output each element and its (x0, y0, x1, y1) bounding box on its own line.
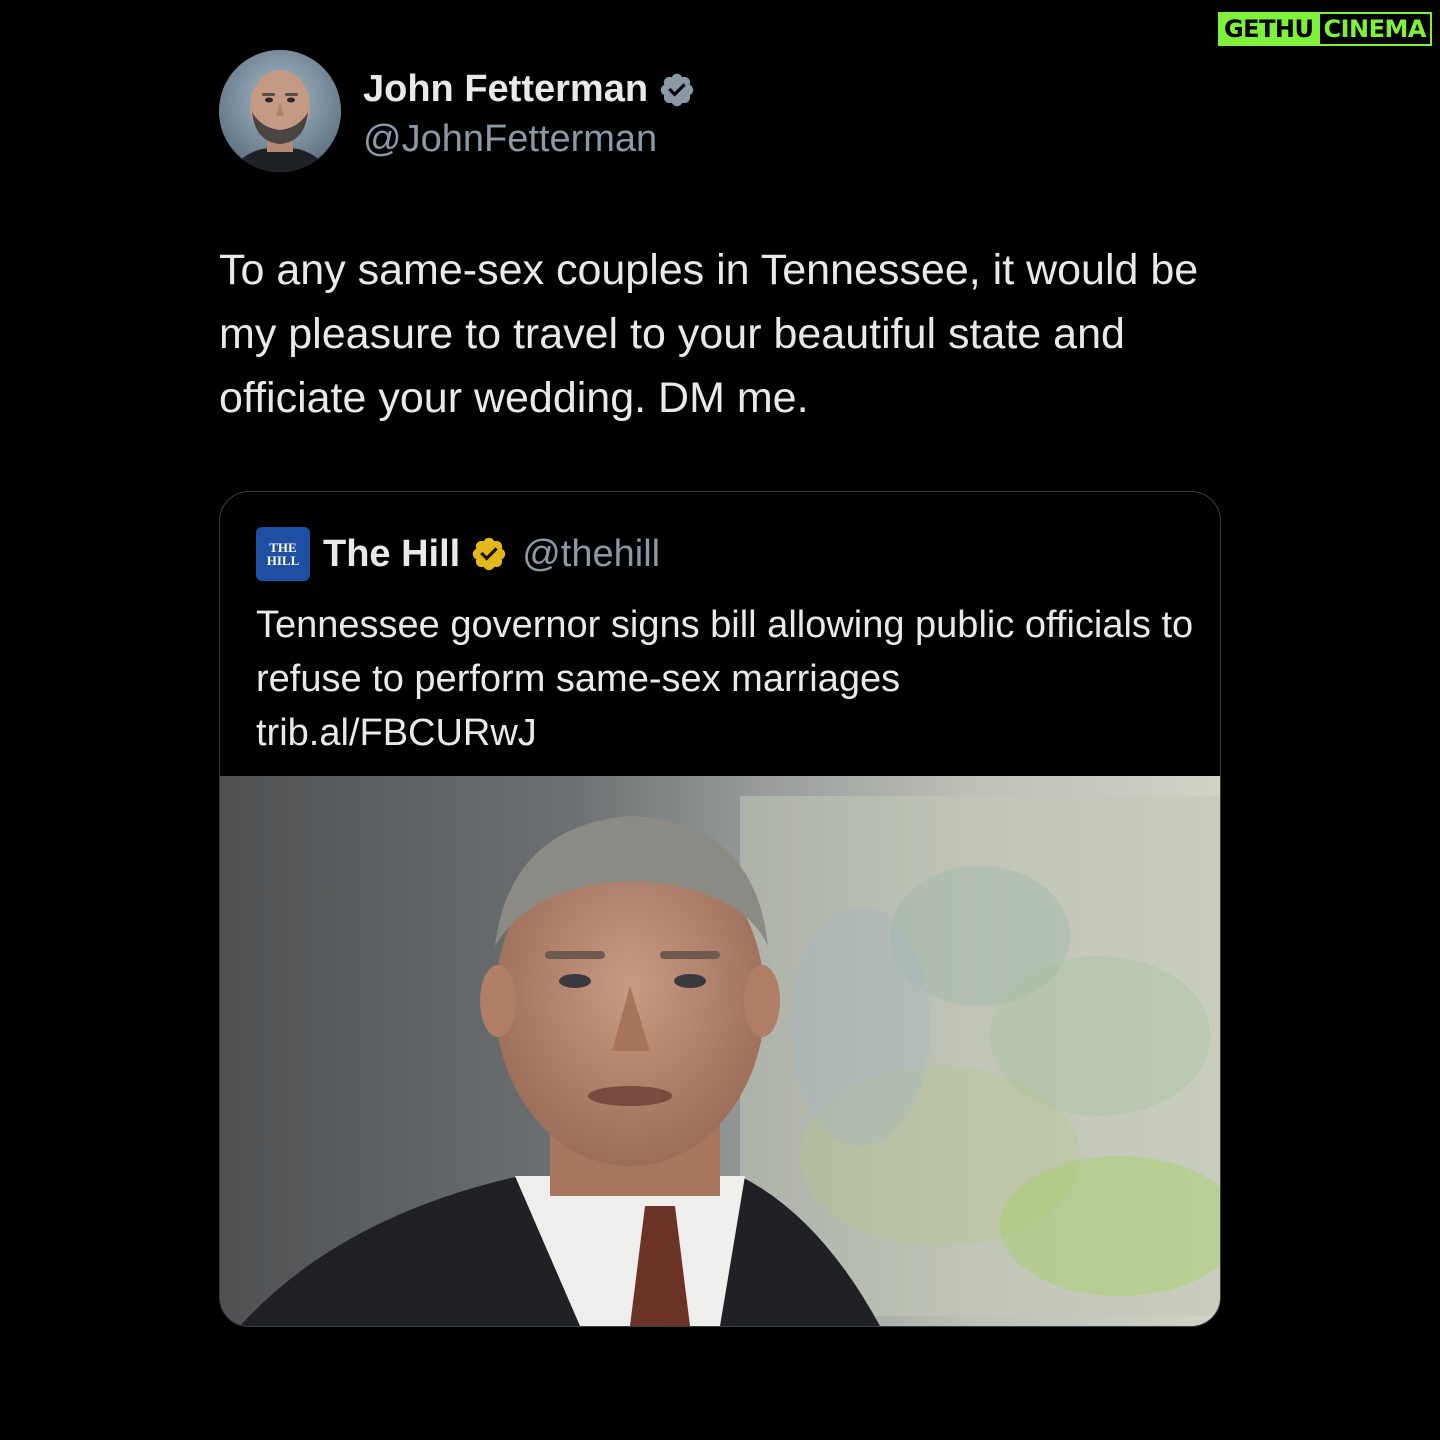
author-text: John Fetterman @JohnFetterman (363, 62, 696, 161)
tweet-author[interactable]: John Fetterman @JohnFetterman (219, 50, 696, 172)
quoted-author-handle[interactable]: @thehill (522, 533, 660, 576)
verified-badge-icon (658, 71, 696, 109)
governor-photo[interactable] (220, 776, 1220, 1326)
watermark: GETHU CINEMA (1217, 12, 1432, 46)
quoted-tweet-text: Tennessee governor signs bill allowing p… (256, 598, 1196, 760)
quoted-tweet-header: THE HILL The Hill @thehill (256, 526, 660, 582)
watermark-left: GETHU (1217, 12, 1320, 46)
author-name[interactable]: John Fetterman (363, 68, 648, 111)
quoted-author-name[interactable]: The Hill (323, 533, 460, 576)
author-handle[interactable]: @JohnFetterman (363, 118, 696, 161)
quoted-tweet-card[interactable]: THE HILL The Hill @thehill Tennessee gov… (219, 491, 1221, 1327)
watermark-right: CINEMA (1319, 12, 1432, 46)
quoted-link[interactable]: trib.al/FBCURwJ (256, 706, 1196, 760)
tweet-text: To any same-sex couples in Tennessee, it… (219, 246, 1211, 422)
quoted-headline: Tennessee governor signs bill allowing p… (256, 604, 1194, 700)
logo-line-2: HILL (266, 553, 300, 568)
avatar[interactable] (219, 50, 341, 172)
author-name-row: John Fetterman (363, 62, 696, 118)
gold-verified-badge-icon (470, 535, 508, 573)
the-hill-logo[interactable]: THE HILL (256, 527, 310, 581)
